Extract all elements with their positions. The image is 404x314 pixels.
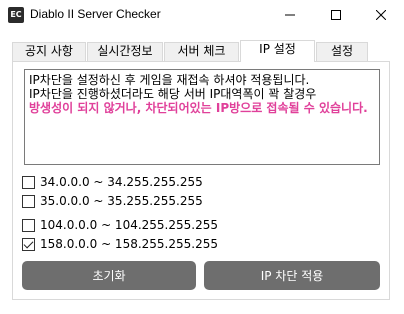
ip-range-checkbox[interactable] — [22, 175, 35, 189]
minimize-button[interactable] — [267, 0, 313, 30]
reset-button[interactable]: 초기화 — [22, 261, 196, 290]
tab-server-check[interactable]: 서버 체크 — [164, 42, 239, 61]
window-title: Diablo II Server Checker — [30, 7, 161, 21]
apply-ip-block-button[interactable]: IP 차단 적용 — [204, 261, 380, 290]
tab-realtime[interactable]: 실시간정보 — [87, 42, 163, 61]
tab-ip-settings[interactable]: IP 설정 — [240, 40, 315, 62]
ip-range-row[interactable]: 34.0.0.0 ~ 34.255.255.255 — [22, 173, 203, 191]
ip-range-row[interactable]: 158.0.0.0 ~ 158.255.255.255 — [22, 235, 218, 253]
minimize-icon — [285, 14, 295, 16]
tab-bar: 공지 사항 실시간정보 서버 체크 IP 설정 설정 — [12, 40, 392, 62]
notice-warning: 방생성이 되지 않거나, 차단되어있는 IP방으로 접속될 수 있습니다. — [29, 101, 368, 115]
ip-range-label: 35.0.0.0 ~ 35.255.255.255 — [40, 194, 203, 208]
ip-range-label: 34.0.0.0 ~ 34.255.255.255 — [40, 175, 203, 189]
ip-range-row[interactable]: 35.0.0.0 ~ 35.255.255.255 — [22, 192, 203, 210]
tab-notice[interactable]: 공지 사항 — [12, 42, 86, 61]
ip-range-checkbox[interactable] — [22, 237, 35, 251]
ip-range-row[interactable]: 104.0.0.0 ~ 104.255.255.255 — [22, 216, 218, 234]
maximize-button[interactable] — [313, 0, 359, 30]
ip-range-label: 158.0.0.0 ~ 158.255.255.255 — [40, 237, 218, 251]
tab-settings[interactable]: 설정 — [316, 42, 368, 61]
notice-line-2: IP차단을 진행하셨더라도 해당 서버 IP대역폭이 꽉 찰경우 — [29, 87, 317, 101]
ip-range-checkbox[interactable] — [22, 218, 35, 232]
app-icon: EC — [8, 7, 24, 23]
notice-textbox[interactable]: IP차단을 설정하신 후 게임을 재접속 하셔야 적용됩니다. IP차단을 진행… — [24, 69, 380, 165]
maximize-icon — [331, 10, 341, 20]
close-button[interactable] — [358, 0, 404, 30]
close-icon — [376, 10, 386, 20]
notice-line-1: IP차단을 설정하신 후 게임을 재접속 하셔야 적용됩니다. — [29, 73, 310, 87]
title-bar: EC Diablo II Server Checker — [0, 0, 404, 30]
ip-range-label: 104.0.0.0 ~ 104.255.255.255 — [40, 218, 218, 232]
ip-range-checkbox[interactable] — [22, 194, 35, 208]
